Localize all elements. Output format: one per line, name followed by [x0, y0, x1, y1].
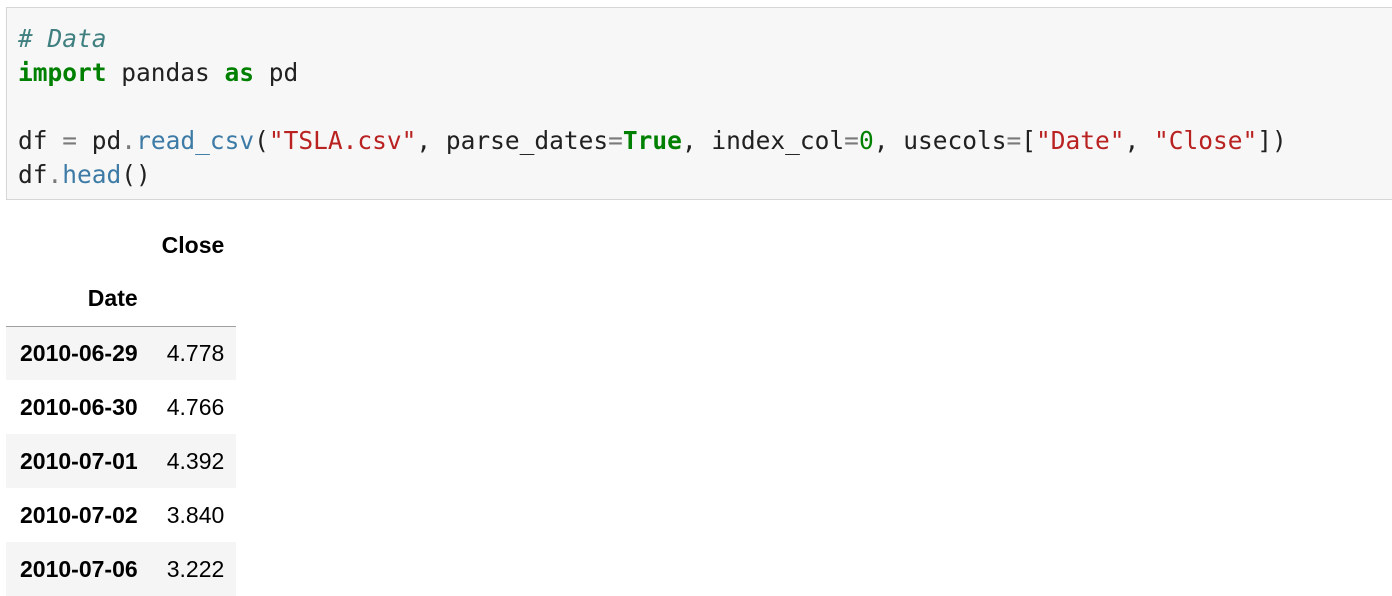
row-index: 2010-06-29	[20, 339, 138, 366]
code-editor[interactable]: # Data import pandas as pd df = pd.read_cs…	[18, 22, 1287, 192]
code-line: # Data	[18, 22, 1287, 56]
output-dataframe-table: Close Date 2010-06-29 4.778 2010-06-30 4…	[6, 218, 237, 596]
table-row: 2010-07-01 4.392	[6, 434, 237, 488]
code-token: pd	[254, 58, 299, 87]
index-name-row: Date	[6, 272, 237, 327]
code-token: import	[18, 58, 107, 87]
code-token: .	[121, 126, 137, 155]
code-token: "Close"	[1154, 126, 1258, 155]
code-token: =	[844, 126, 859, 155]
close-value: 4.766	[166, 393, 225, 420]
code-token: =	[62, 126, 78, 155]
table-row: 2010-06-30 4.766	[6, 380, 237, 434]
code-line: df.head()	[18, 158, 1287, 192]
code-token: ])	[1257, 126, 1287, 155]
code-token: ,	[1124, 126, 1155, 155]
code-token: =	[1006, 126, 1022, 155]
code-token: True	[622, 126, 682, 155]
code-token: pandas	[106, 58, 225, 87]
row-index: 2010-07-06	[20, 555, 138, 582]
close-value: 4.392	[166, 447, 225, 474]
close-value: 4.778	[166, 339, 225, 366]
code-token: (	[254, 126, 269, 155]
code-token: df	[18, 126, 63, 155]
row-index: 2010-06-30	[20, 393, 138, 420]
code-token: as	[224, 58, 255, 87]
code-token: pd	[77, 126, 122, 155]
code-token: 0	[858, 126, 874, 155]
table-corner-cell	[6, 218, 150, 272]
index-name-date: Date	[6, 272, 150, 327]
code-token: [	[1021, 126, 1036, 155]
close-value: 3.840	[166, 501, 225, 528]
code-token: # Data	[18, 24, 107, 53]
column-header-close: Close	[161, 231, 225, 258]
table-row: 2010-06-29 4.778	[6, 326, 237, 380]
code-token: , usecols	[873, 126, 1007, 155]
code-cell-input[interactable]: # Data import pandas as pd df = pd.read_cs…	[6, 7, 1392, 200]
table-row: 2010-07-06 3.222	[6, 542, 237, 596]
code-token: ()	[121, 160, 151, 189]
table-row: 2010-07-02 3.840	[6, 488, 237, 542]
code-token: .	[47, 160, 63, 189]
code-token: df	[18, 160, 48, 189]
code-token: "TSLA.csv"	[268, 126, 417, 155]
index-name-empty-cell	[149, 272, 237, 327]
code-token: read_csv	[136, 126, 255, 155]
code-line: import pandas as pd	[18, 56, 1287, 90]
code-token: "Date"	[1036, 126, 1125, 155]
close-value: 3.222	[166, 555, 225, 582]
code-token: , index_col	[681, 126, 845, 155]
code-token: , parse_dates	[416, 126, 609, 155]
code-line: df = pd.read_csv("TSLA.csv", parse_dates…	[18, 124, 1287, 158]
code-token: =	[608, 126, 623, 155]
table-header-row: Close	[6, 218, 236, 272]
row-index: 2010-07-02	[20, 501, 138, 528]
code-token: head	[62, 160, 122, 189]
row-index: 2010-07-01	[20, 447, 138, 474]
